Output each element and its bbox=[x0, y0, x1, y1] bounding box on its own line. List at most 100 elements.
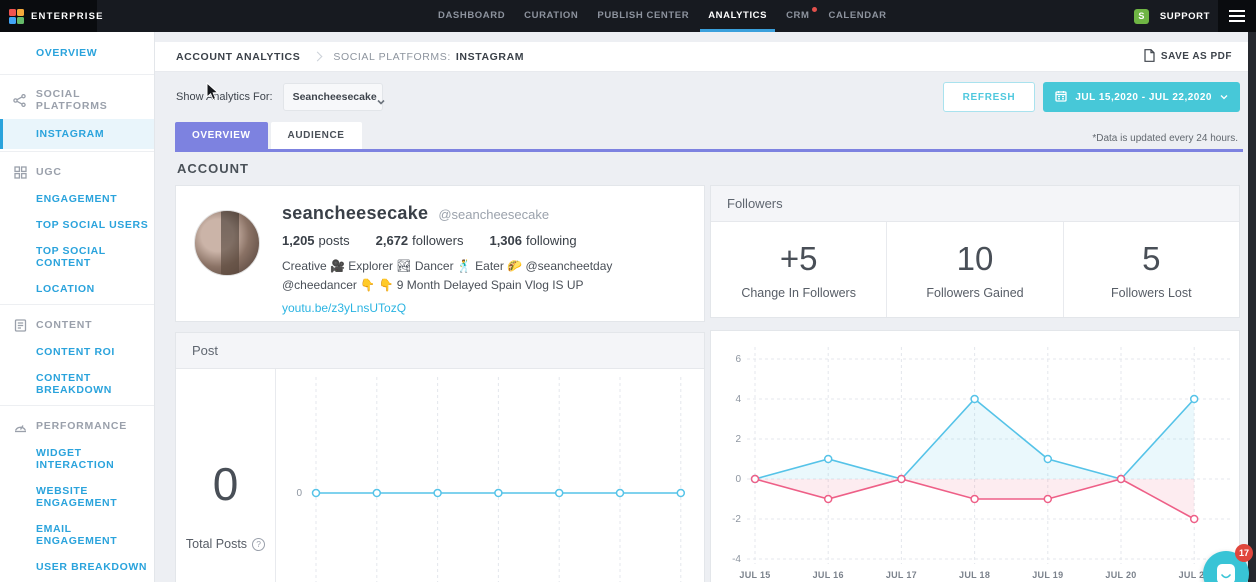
sidebar-item-user-breakdown[interactable]: USER BREAKDOWN bbox=[0, 554, 154, 580]
main-nav: DASHBOARD CURATION PUBLISH CENTER ANALYTICS… bbox=[438, 0, 887, 32]
followers-panel: Followers +5Change In Followers10Followe… bbox=[710, 185, 1240, 318]
followers-stats: +5Change In Followers10Followers Gained5… bbox=[711, 222, 1239, 317]
data-update-note: *Data is updated every 24 hours. bbox=[1092, 133, 1238, 144]
sidebar-item-location[interactable]: LOCATION bbox=[0, 276, 154, 302]
calendar-icon bbox=[1055, 90, 1067, 105]
date-range-button[interactable]: JUL 15,2020 - JUL 22,2020 bbox=[1043, 82, 1240, 112]
enterprise-logo-icon bbox=[9, 9, 24, 24]
svg-text:0: 0 bbox=[296, 488, 302, 499]
total-posts-value: 0 bbox=[213, 457, 239, 511]
chevron-down-icon bbox=[1220, 93, 1228, 101]
brand-logo[interactable]: ENTERPRISE bbox=[0, 0, 97, 32]
sidebar-section-performance: PERFORMANCE bbox=[0, 408, 154, 440]
notification-dot bbox=[812, 7, 817, 12]
sidebar-item-website-engagement[interactable]: WEBSITE ENGAGEMENT bbox=[0, 478, 154, 516]
support-link[interactable]: SUPPORT bbox=[1160, 11, 1210, 22]
section-title-account: ACCOUNT bbox=[177, 161, 249, 176]
nav-item-analytics[interactable]: ANALYTICS bbox=[708, 0, 767, 32]
stat-value: +5 bbox=[780, 240, 818, 278]
followers-panel-title: Followers bbox=[711, 186, 1239, 222]
show-analytics-label: Show Analytics For: bbox=[176, 91, 273, 103]
nav-item-dashboard[interactable]: DASHBOARD bbox=[438, 0, 505, 32]
main-content: ACCOUNT ANALYTICS SOCIAL PLATFORMS: INST… bbox=[155, 32, 1248, 582]
nav-item-crm[interactable]: CRM bbox=[786, 0, 809, 32]
followers-trend-chart[interactable]: 6420-2-4JUL 15JUL 16JUL 17JUL 18JUL 19JU… bbox=[711, 331, 1239, 582]
svg-text:JUL 15: JUL 15 bbox=[739, 570, 770, 580]
sidebar-item-email-engagement[interactable]: EMAIL ENGAGEMENT bbox=[0, 516, 154, 554]
breadcrumb-platform-value: INSTAGRAM bbox=[456, 51, 524, 63]
performance-icon bbox=[13, 419, 27, 433]
sidebar-item-overview[interactable]: OVERVIEW bbox=[0, 32, 154, 72]
save-as-pdf-button[interactable]: SAVE AS PDF bbox=[1144, 49, 1232, 65]
stat-value: 10 bbox=[957, 240, 994, 278]
sidebar-section-title: CONTENT bbox=[36, 319, 92, 331]
sidebar-section-social-platforms: SOCIAL PLATFORMS bbox=[0, 77, 154, 119]
tab-underline bbox=[175, 149, 1243, 152]
total-posts-chart[interactable]: 0 bbox=[276, 369, 706, 582]
content-icon bbox=[13, 318, 27, 332]
sidebar-section-title: PERFORMANCE bbox=[36, 420, 127, 432]
brand-name: ENTERPRISE bbox=[31, 11, 104, 22]
account-selector-value: Seancheesecake bbox=[293, 91, 377, 103]
account-stat-followers: 2,672followers bbox=[376, 233, 464, 248]
sidebar-item-top-social-users[interactable]: TOP SOCIAL USERS bbox=[0, 212, 154, 238]
sidebar-divider bbox=[0, 151, 154, 152]
followers-chart-panel: 6420-2-4JUL 15JUL 16JUL 17JUL 18JUL 19JU… bbox=[710, 330, 1240, 582]
pdf-document-icon bbox=[1144, 49, 1155, 65]
svg-text:JUL 19: JUL 19 bbox=[1032, 570, 1063, 580]
breadcrumb-account-analytics[interactable]: ACCOUNT ANALYTICS bbox=[176, 51, 300, 63]
nav-item-calendar[interactable]: CALENDAR bbox=[829, 0, 887, 32]
post-panel-title: Post bbox=[176, 333, 704, 369]
sidebar-divider bbox=[0, 74, 154, 75]
help-icon[interactable]: ? bbox=[252, 538, 265, 551]
svg-text:JUL 20: JUL 20 bbox=[1105, 570, 1136, 580]
followers-stat-followers-lost: 5 Followers Lost bbox=[1063, 222, 1239, 317]
account-stat-following: 1,306following bbox=[489, 233, 576, 248]
date-range-value: JUL 15,2020 - JUL 22,2020 bbox=[1075, 92, 1212, 103]
ugc-icon bbox=[13, 165, 27, 179]
account-stats: 1,205posts 2,672followers 1,306following bbox=[282, 233, 686, 248]
sidebar-item-instagram[interactable]: INSTAGRAM bbox=[0, 119, 154, 149]
tab-audience[interactable]: AUDIENCE bbox=[271, 122, 362, 149]
top-nav: ENTERPRISE DASHBOARD CURATION PUBLISH CENT… bbox=[0, 0, 1256, 32]
post-panel: Post 0 Total Posts ? 0 bbox=[175, 332, 705, 582]
tab-overview[interactable]: OVERVIEW bbox=[175, 122, 268, 149]
svg-text:JUL 17: JUL 17 bbox=[886, 570, 917, 580]
refresh-button[interactable]: REFRESH bbox=[943, 82, 1036, 112]
account-bio-link[interactable]: youtu.be/z3yLnsUTozQ bbox=[282, 301, 406, 315]
sidebar-section-content: CONTENT bbox=[0, 307, 154, 339]
account-stat-posts: 1,205posts bbox=[282, 233, 350, 248]
chat-smiley-icon bbox=[1215, 563, 1237, 582]
nav-item-publish-center[interactable]: PUBLISH CENTER bbox=[597, 0, 689, 32]
nav-right: S SUPPORT bbox=[1134, 0, 1210, 32]
stat-label: Followers Gained bbox=[926, 286, 1023, 300]
analytics-controls: Show Analytics For: Seancheesecake REFRE… bbox=[155, 82, 1248, 112]
sidebar-section-title: SOCIAL PLATFORMS bbox=[36, 88, 154, 112]
account-selector-dropdown[interactable]: Seancheesecake bbox=[283, 83, 383, 111]
account-card: seancheesecake @seancheesecake 1,205post… bbox=[175, 185, 705, 322]
svg-text:-2: -2 bbox=[732, 514, 741, 525]
sidebar: OVERVIEW SOCIAL PLATFORMS INSTAGRAM UGCENG… bbox=[0, 32, 155, 582]
stat-label: Followers Lost bbox=[1111, 286, 1192, 300]
svg-text:6: 6 bbox=[735, 354, 741, 365]
svg-text:0: 0 bbox=[735, 474, 741, 485]
chevron-down-icon bbox=[377, 93, 385, 101]
sidebar-item-top-social-content[interactable]: TOP SOCIAL CONTENT bbox=[0, 238, 154, 276]
share-icon bbox=[13, 93, 27, 107]
stat-value: 5 bbox=[1142, 240, 1160, 278]
sidebar-item-content-roi[interactable]: CONTENT ROI bbox=[0, 339, 154, 365]
svg-text:2: 2 bbox=[735, 434, 741, 445]
sidebar-item-content-breakdown[interactable]: CONTENT BREAKDOWN bbox=[0, 365, 154, 403]
hamburger-menu-button[interactable] bbox=[1218, 0, 1256, 32]
sidebar-divider bbox=[0, 405, 154, 406]
user-avatar-badge[interactable]: S bbox=[1134, 9, 1149, 24]
sidebar-item-widget-interaction[interactable]: WIDGET INTERACTION bbox=[0, 440, 154, 478]
svg-text:-4: -4 bbox=[732, 554, 741, 565]
svg-text:JUL 16: JUL 16 bbox=[813, 570, 844, 580]
sidebar-item-engagement[interactable]: ENGAGEMENT bbox=[0, 186, 154, 212]
sidebar-section-ugc: UGC bbox=[0, 154, 154, 186]
nav-item-curation[interactable]: CURATION bbox=[524, 0, 578, 32]
profile-avatar[interactable] bbox=[194, 210, 260, 276]
app-screen: ENTERPRISE DASHBOARD CURATION PUBLISH CENT… bbox=[0, 0, 1256, 582]
chat-notification-badge: 17 bbox=[1235, 544, 1253, 562]
